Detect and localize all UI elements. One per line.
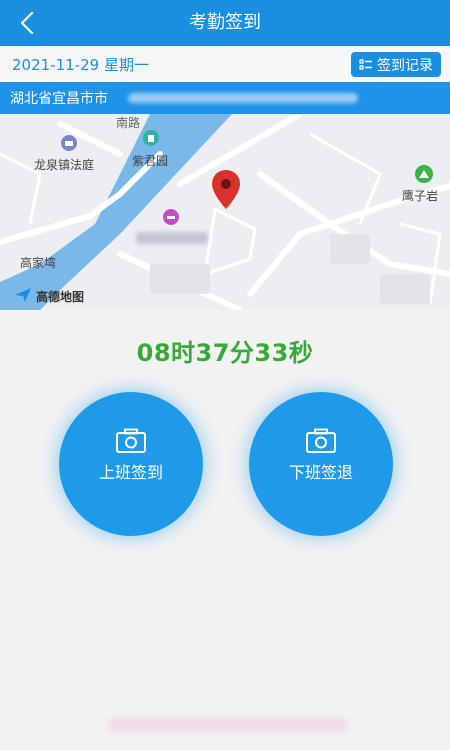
map-label-eagle-rock: 鹰子岩	[402, 189, 439, 203]
watermark	[108, 718, 348, 732]
record-button-label: 签到记录	[377, 57, 433, 74]
map-label-garden: 紫君园	[132, 154, 169, 168]
current-time: 08时37分33秒	[136, 339, 314, 367]
court-icon	[61, 135, 77, 151]
date-bar: 2021-11-29 星期一 签到记录	[0, 46, 450, 82]
address-bar: 湖北省宜昌市市	[0, 82, 450, 114]
top-bar: 考勤签到	[0, 0, 450, 46]
current-date: 2021-11-29 星期一	[12, 56, 149, 74]
camera-icon	[306, 428, 336, 453]
map-brand: 高德地图	[36, 290, 85, 304]
hotel-icon	[163, 209, 179, 225]
record-button[interactable]: 签到记录	[351, 52, 441, 77]
map-label-road: 南路	[116, 116, 141, 130]
amap-logo-icon	[15, 288, 31, 302]
map-view[interactable]: 龙泉镇法庭 紫君园 鹰子岩 高家塆 南路 高德地图	[0, 114, 450, 310]
map-label-court: 龙泉镇法庭	[34, 158, 95, 172]
mountain-icon	[415, 165, 433, 183]
check-out-label: 下班签退	[288, 463, 353, 482]
check-in-button[interactable]: 上班签到	[59, 392, 203, 536]
page-title: 考勤签到	[189, 12, 261, 33]
list-icon	[359, 58, 372, 70]
check-in-label: 上班签到	[98, 463, 163, 482]
map-label-village: 高家塆	[20, 256, 57, 270]
check-out-button[interactable]: 下班签退	[249, 392, 393, 536]
location-pin-icon	[212, 170, 240, 209]
camera-icon	[116, 428, 146, 453]
poi-redaction	[136, 232, 208, 244]
address-text: 湖北省宜昌市市	[10, 91, 108, 107]
residence-icon	[143, 130, 159, 146]
address-redaction	[128, 93, 358, 103]
